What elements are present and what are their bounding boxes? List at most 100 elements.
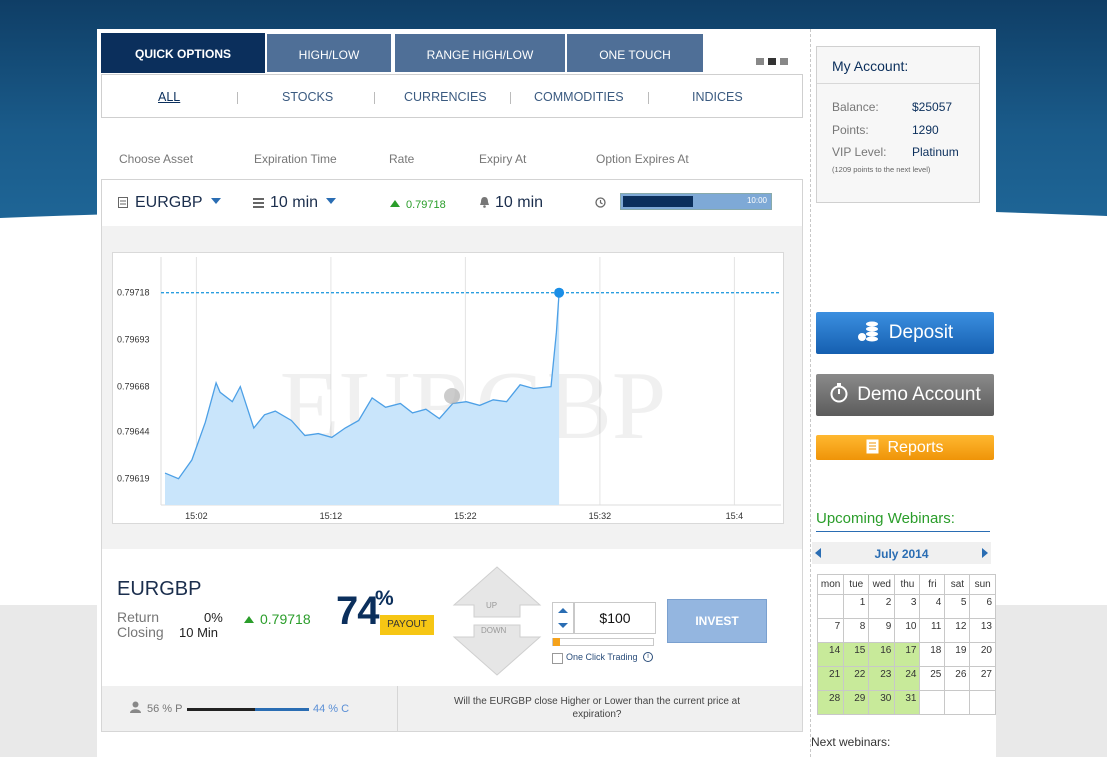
col-expiration-time: Expiration Time <box>254 152 337 166</box>
tab-one-touch[interactable]: ONE TOUCH <box>567 34 703 72</box>
calendar-day[interactable]: 2 <box>868 594 896 619</box>
expiry-at-value: 10 min <box>495 194 544 211</box>
col-expiry-at: Expiry At <box>479 152 527 166</box>
calendar-day-header: sat <box>944 574 971 595</box>
points-value: 1290 <box>912 123 939 137</box>
divider <box>817 83 979 84</box>
column-divider <box>810 29 811 757</box>
calendar-day[interactable]: 31 <box>894 690 921 715</box>
calendar-day[interactable]: 7 <box>816 618 845 643</box>
calendar-day[interactable]: 20 <box>969 642 996 667</box>
list-view-icon[interactable] <box>756 58 764 65</box>
sentiment-meter <box>187 708 309 711</box>
single-view-icon[interactable] <box>768 58 776 65</box>
next-webinars-label: Next webinars: <box>811 735 891 749</box>
calendar-day[interactable]: 25 <box>919 666 946 691</box>
amount-input[interactable]: $100 <box>574 602 656 634</box>
y-tick-label: 0.79718 <box>117 288 150 298</box>
y-tick-label: 0.79644 <box>117 427 150 437</box>
calendar-day-header: wed <box>868 574 896 595</box>
reports-button[interactable]: Reports <box>816 435 994 460</box>
calendar-day[interactable]: 22 <box>843 666 870 691</box>
x-tick-label: 15:32 <box>589 511 612 521</box>
calendar-day[interactable]: 5 <box>944 594 971 619</box>
document-icon <box>866 439 879 454</box>
up-label: UP <box>486 601 498 610</box>
one-click-checkbox[interactable] <box>552 653 563 664</box>
price-chart-svg[interactable]: EURGBP0.797180.796930.796680.796440.7961… <box>113 253 783 523</box>
calendar-day[interactable]: 30 <box>868 690 896 715</box>
payout-percent-sign: % <box>375 587 394 610</box>
calendar-day[interactable]: 24 <box>894 666 921 691</box>
divider <box>237 92 238 104</box>
calendar-day[interactable]: 6 <box>969 594 996 619</box>
col-choose-asset: Choose Asset <box>119 152 194 166</box>
info-icon[interactable]: i <box>643 652 653 662</box>
calendar-day[interactable]: 12 <box>944 618 971 643</box>
calendar-day[interactable]: 29 <box>843 690 870 715</box>
chevron-down-icon <box>326 198 337 204</box>
calendar-day[interactable]: 18 <box>919 642 946 667</box>
category-all[interactable]: ALL <box>158 90 180 104</box>
category-commodities[interactable]: COMMODITIES <box>534 90 624 104</box>
calendar-day[interactable]: 1 <box>843 594 870 619</box>
divider <box>397 686 398 731</box>
deposit-button[interactable]: Deposit <box>816 312 994 354</box>
calendar-day[interactable]: 27 <box>969 666 996 691</box>
calendar-day[interactable]: 14 <box>816 642 845 667</box>
calendar-day[interactable]: 19 <box>944 642 971 667</box>
balance-label: Balance: <box>832 100 879 114</box>
expiry-progress-fill <box>623 196 693 207</box>
arrow-up-icon <box>244 616 254 623</box>
calendar-day[interactable]: 9 <box>868 618 896 643</box>
invest-button[interactable]: INVEST <box>667 599 767 643</box>
x-tick-label: 15:02 <box>185 511 208 521</box>
tab-high-low[interactable]: HIGH/LOW <box>267 34 391 72</box>
stack-icon <box>253 198 264 208</box>
grid-view-icon[interactable] <box>780 58 788 65</box>
chevron-right-icon[interactable] <box>982 548 988 558</box>
tab-range-high-low[interactable]: RANGE HIGH/LOW <box>395 34 565 72</box>
calendar-day <box>919 690 946 715</box>
asset-select-value: EURGBP <box>135 194 203 211</box>
amount-stepper[interactable] <box>552 602 574 634</box>
chevron-down-icon <box>210 198 221 204</box>
calendar-day[interactable]: 17 <box>894 642 921 667</box>
amount-slider[interactable] <box>552 638 654 646</box>
calendar-day[interactable]: 3 <box>894 594 921 619</box>
calendar-day[interactable]: 26 <box>944 666 971 691</box>
divider <box>374 92 375 104</box>
calendar-day[interactable]: 10 <box>894 618 921 643</box>
demo-account-button[interactable]: Demo Account <box>816 374 994 416</box>
down-label: DOWN <box>481 626 507 635</box>
calendar-day[interactable]: 11 <box>919 618 946 643</box>
payout-percent: 74 <box>336 589 379 633</box>
calendar-day[interactable]: 8 <box>843 618 870 643</box>
calendar-day[interactable]: 4 <box>919 594 946 619</box>
rate-value-text: 0.79718 <box>406 199 446 211</box>
calendar-day[interactable]: 16 <box>868 642 896 667</box>
expiry-progress-bar: 10:00 <box>620 193 772 210</box>
closing-value: 10 Min <box>179 625 219 640</box>
return-value: 0% <box>204 610 223 625</box>
tab-quick-options[interactable]: QUICK OPTIONS <box>101 33 265 73</box>
calendar-day[interactable]: 13 <box>969 618 996 643</box>
expiration-select[interactable]: 10 min <box>270 194 337 212</box>
calendar-day[interactable]: 21 <box>816 666 845 691</box>
put-fill <box>187 708 255 711</box>
calendar-day-header: sun <box>969 574 996 595</box>
calendar-month: July 2014 <box>874 547 929 561</box>
calendar-day[interactable]: 15 <box>843 642 870 667</box>
asset-list-icon <box>118 197 128 208</box>
x-tick-label: 15:12 <box>320 511 343 521</box>
category-indices[interactable]: INDICES <box>692 90 743 104</box>
category-stocks[interactable]: STOCKS <box>282 90 333 104</box>
balance-value: $25057 <box>912 100 953 114</box>
account-title: My Account: <box>832 58 909 74</box>
category-currencies[interactable]: CURRENCIES <box>404 90 487 104</box>
amount-slider-handle[interactable] <box>553 638 560 646</box>
calendar-day[interactable]: 23 <box>868 666 896 691</box>
asset-select[interactable]: EURGBP <box>135 194 221 212</box>
calendar-day[interactable]: 28 <box>816 690 845 715</box>
stopwatch-icon <box>830 383 848 403</box>
